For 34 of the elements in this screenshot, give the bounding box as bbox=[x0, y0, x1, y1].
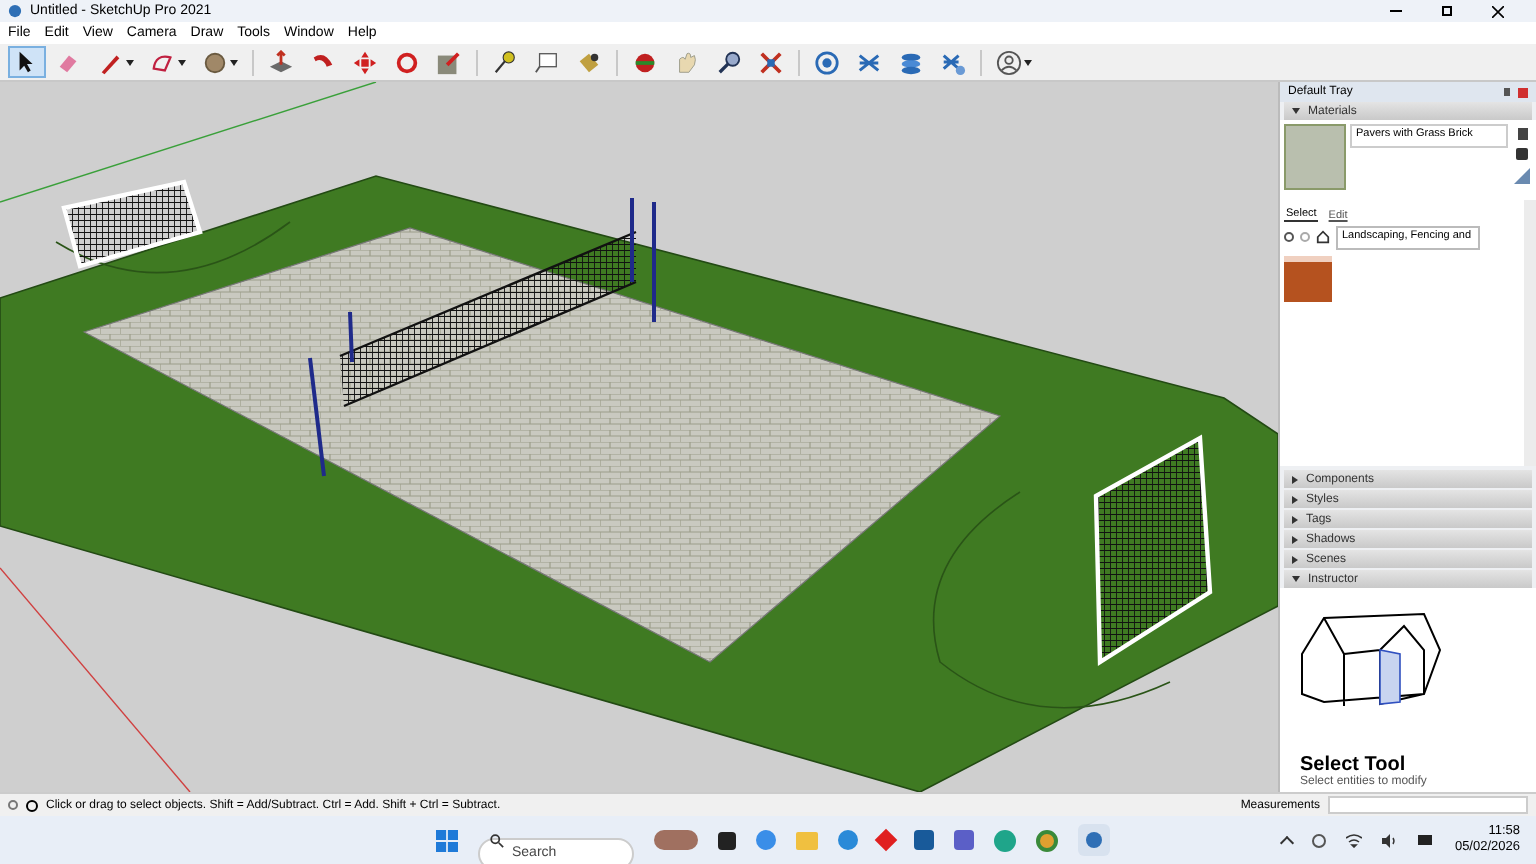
restore-icon[interactable] bbox=[1442, 6, 1452, 16]
tape-measure-icon bbox=[492, 49, 518, 75]
paver-court[interactable] bbox=[82, 227, 1002, 663]
select-arrow-tool[interactable] bbox=[8, 46, 46, 78]
scale-icon bbox=[436, 49, 462, 75]
soccer-goal[interactable] bbox=[1093, 434, 1213, 666]
layers-icon bbox=[898, 49, 924, 75]
search-icon bbox=[490, 833, 504, 847]
zoom-extents-icon bbox=[758, 49, 784, 75]
move-icon bbox=[352, 49, 378, 75]
zoom-icon bbox=[716, 49, 742, 75]
home-icon[interactable] bbox=[1316, 230, 1330, 245]
app-logo-icon bbox=[8, 4, 22, 18]
push-pull-icon bbox=[268, 49, 294, 75]
app-icon[interactable] bbox=[718, 831, 736, 849]
soccer-goal[interactable] bbox=[61, 179, 203, 269]
start-icon[interactable] bbox=[436, 829, 458, 851]
paint-bucket-icon bbox=[576, 49, 602, 75]
close-icon[interactable] bbox=[1492, 5, 1504, 17]
circle-icon bbox=[202, 49, 228, 75]
text-icon bbox=[534, 49, 560, 75]
measurements-field[interactable] bbox=[1328, 796, 1528, 814]
pan-hand-icon bbox=[674, 49, 700, 75]
speaker-icon[interactable] bbox=[1382, 833, 1399, 847]
paver-swatch bbox=[1284, 124, 1346, 190]
battery-icon[interactable] bbox=[1418, 834, 1435, 846]
profile-icon bbox=[996, 49, 1022, 75]
volleyball-net[interactable] bbox=[308, 196, 656, 478]
triangle-icon[interactable] bbox=[1514, 168, 1530, 184]
app-logo-icon[interactable] bbox=[1078, 824, 1110, 856]
fence-material-swatch[interactable] bbox=[1284, 255, 1332, 301]
instructor-tool-name: Select Tool bbox=[1300, 756, 1406, 776]
wifi-icon[interactable] bbox=[1346, 833, 1363, 847]
rotate-icon bbox=[394, 49, 420, 75]
